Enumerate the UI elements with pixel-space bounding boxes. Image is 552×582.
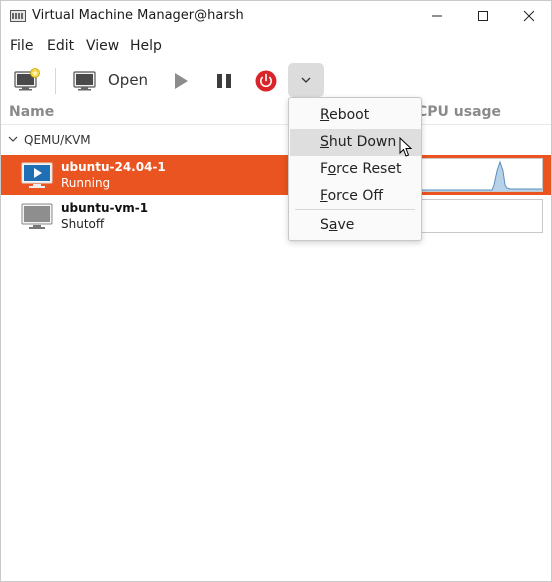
- menu-item-reboot[interactable]: Reboot: [290, 102, 421, 129]
- shutoff-vm-icon: [21, 203, 53, 229]
- play-icon: [175, 73, 188, 89]
- menu-edit[interactable]: Edit: [47, 38, 74, 54]
- connection-row[interactable]: QEMU/KVM: [1, 127, 551, 153]
- cpu-usage-graph: [419, 158, 543, 192]
- new-vm-button[interactable]: [13, 67, 41, 93]
- vm-name: ubuntu-vm-1: [61, 201, 149, 215]
- app-window: Virtual Machine Manager@harsh File Edit …: [0, 0, 552, 582]
- monitor-icon: [73, 71, 96, 91]
- vm-row[interactable]: ubuntu-vm-1 Shutoff: [1, 196, 551, 236]
- menu-bar: File Edit View Help: [1, 32, 551, 60]
- menu-item-save[interactable]: Save: [290, 212, 421, 239]
- column-name[interactable]: Name: [9, 104, 54, 120]
- new-vm-icon: [14, 68, 40, 91]
- toolbar: Open: [1, 61, 551, 101]
- power-icon: [255, 70, 277, 92]
- close-icon: [523, 10, 535, 22]
- menu-item-force-reset[interactable]: Force Reset: [290, 156, 421, 183]
- column-cpu-usage[interactable]: CPU usage: [417, 104, 501, 120]
- window-title: Virtual Machine Manager@harsh: [32, 8, 244, 23]
- pause-icon: [217, 74, 231, 88]
- chevron-down-icon: [301, 77, 311, 83]
- menu-help[interactable]: Help: [130, 38, 162, 54]
- minimize-icon: [432, 15, 442, 17]
- open-button[interactable]: [72, 69, 98, 93]
- vm-manager-icon: [10, 10, 26, 22]
- shutdown-dropdown-menu: Reboot Shut Down Force Reset Force Off S…: [288, 97, 422, 241]
- column-header: Name CPU usage: [1, 101, 551, 125]
- vm-status: Shutoff: [61, 217, 105, 231]
- shutdown-button[interactable]: [254, 69, 278, 93]
- vm-status: Running: [61, 176, 111, 190]
- connection-label: QEMU/KVM: [24, 133, 91, 147]
- menu-item-force-off[interactable]: Force Off: [290, 183, 421, 210]
- cpu-usage-graph: [419, 199, 543, 233]
- vm-name: ubuntu-24.04-1: [61, 160, 166, 174]
- maximize-icon: [478, 11, 488, 21]
- pause-button[interactable]: [215, 71, 233, 91]
- menu-separator: [295, 209, 415, 210]
- cpu-usage-sparkline: [420, 160, 542, 191]
- running-vm-icon: [21, 162, 53, 188]
- close-button[interactable]: [506, 1, 552, 31]
- title-bar[interactable]: Virtual Machine Manager@harsh: [1, 1, 551, 31]
- vm-row[interactable]: ubuntu-24.04-1 Running: [1, 155, 551, 195]
- toolbar-separator: [55, 68, 56, 94]
- minimize-button[interactable]: [414, 1, 460, 31]
- open-label[interactable]: Open: [108, 71, 148, 89]
- run-button[interactable]: [171, 71, 191, 91]
- shutdown-menu-button[interactable]: [288, 63, 324, 97]
- menu-view[interactable]: View: [86, 38, 119, 54]
- menu-file[interactable]: File: [10, 38, 33, 54]
- maximize-button[interactable]: [460, 1, 506, 31]
- chevron-down-icon[interactable]: [8, 135, 18, 143]
- mouse-cursor-icon: [399, 137, 413, 157]
